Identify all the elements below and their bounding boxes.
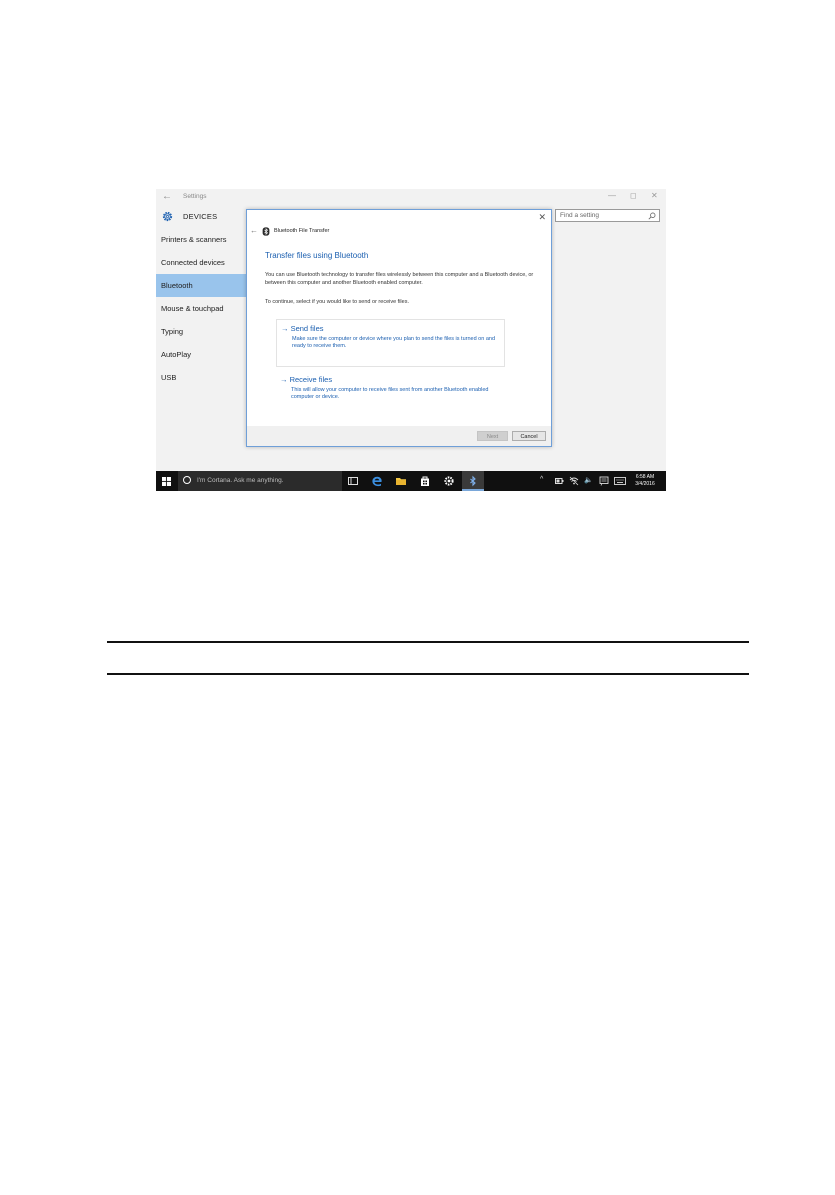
dialog-footer: Next Cancel xyxy=(247,426,551,446)
sidebar-item-label: Mouse & touchpad xyxy=(161,304,224,313)
window-title: Settings xyxy=(183,193,207,200)
sidebar-item-connected-devices[interactable]: Connected devices xyxy=(156,251,246,274)
close-icon[interactable]: ✕ xyxy=(651,191,658,200)
sidebar-item-label: Printers & scanners xyxy=(161,235,227,244)
file-explorer-icon[interactable] xyxy=(390,471,412,491)
close-icon[interactable]: ✕ xyxy=(538,212,546,223)
battery-icon[interactable] xyxy=(555,477,564,485)
store-icon[interactable] xyxy=(414,471,436,491)
windows-start-icon[interactable] xyxy=(162,477,171,486)
section-title: DEVICES xyxy=(183,212,218,221)
dialog-instruction: To continue, select if you would like to… xyxy=(265,299,409,305)
cancel-button[interactable]: Cancel xyxy=(512,431,546,441)
sidebar-item-printers-scanners[interactable]: Printers & scanners xyxy=(156,228,246,251)
wifi-icon[interactable] xyxy=(569,476,579,486)
next-button[interactable]: Next xyxy=(477,431,508,441)
sidebar-item-typing[interactable]: Typing xyxy=(156,320,246,343)
screenshot: ← Settings — ◻ ✕ DEVICES Printers & scan… xyxy=(156,189,666,491)
settings-sidebar: DEVICES Printers & scanners Connected de… xyxy=(156,206,246,471)
send-files-title: → Send files xyxy=(281,324,324,333)
chevron-up-icon[interactable]: ^ xyxy=(540,476,543,483)
edge-browser-icon[interactable] xyxy=(366,471,388,491)
keyboard-icon[interactable] xyxy=(614,477,626,485)
devices-header: DEVICES xyxy=(156,206,246,228)
sidebar-item-label: AutoPlay xyxy=(161,350,192,359)
minimize-icon[interactable]: — xyxy=(608,191,616,200)
bluetooth-file-transfer-dialog: ✕ ← Bluetooth File Transfer Transfer fil… xyxy=(246,209,552,447)
send-files-option[interactable]: → Send files Make sure the computer or d… xyxy=(276,319,505,367)
cortana-search-box[interactable]: I'm Cortana. Ask me anything. xyxy=(178,471,342,491)
bluetooth-icon xyxy=(262,227,270,236)
restore-icon[interactable]: ◻ xyxy=(630,191,637,200)
receive-files-title: → Receive files xyxy=(280,375,333,384)
sidebar-item-label: Connected devices xyxy=(161,258,225,267)
clock-time: 6:58 AM xyxy=(635,474,655,480)
search-input[interactable]: Find a setting xyxy=(555,209,660,222)
receive-files-description: This will allow your computer to receive… xyxy=(291,387,489,400)
receive-files-option[interactable]: → Receive files This will allow your com… xyxy=(276,371,505,411)
cortana-icon xyxy=(183,476,191,484)
dialog-heading: Transfer files using Bluetooth xyxy=(265,251,369,260)
sidebar-item-label: Typing xyxy=(161,327,184,336)
settings-title-bar: ← Settings — ◻ ✕ xyxy=(156,189,666,206)
bluetooth-taskbar-icon[interactable] xyxy=(462,471,484,491)
search-placeholder: Find a setting xyxy=(560,212,600,219)
sidebar-item-label: Bluetooth xyxy=(161,281,193,290)
back-arrow-icon[interactable]: ← xyxy=(162,191,172,202)
divider-rule-bottom xyxy=(107,673,749,675)
settings-gear-icon[interactable] xyxy=(438,471,460,491)
clock-date: 3/4/2016 xyxy=(635,481,655,487)
back-arrow-icon[interactable]: ← xyxy=(250,226,258,235)
taskbar: I'm Cortana. Ask me anything. ^ 🔈 6:58 A… xyxy=(156,471,666,491)
task-view-icon[interactable] xyxy=(342,471,364,491)
action-center-icon[interactable] xyxy=(599,476,609,486)
sidebar-item-label: USB xyxy=(161,373,177,382)
sidebar-item-bluetooth[interactable]: Bluetooth xyxy=(156,274,246,297)
sidebar-item-mouse-touchpad[interactable]: Mouse & touchpad xyxy=(156,297,246,320)
dialog-window-title: Bluetooth File Transfer xyxy=(274,228,330,234)
search-icon xyxy=(648,212,656,220)
dialog-description: You can use Bluetooth technology to tran… xyxy=(265,272,534,286)
sidebar-item-autoplay[interactable]: AutoPlay xyxy=(156,343,246,366)
volume-icon[interactable]: 🔈 xyxy=(584,476,593,484)
system-clock[interactable]: 6:58 AM 3/4/2016 xyxy=(629,474,661,488)
sidebar-item-usb[interactable]: USB xyxy=(156,366,246,389)
gear-icon xyxy=(162,211,173,222)
send-files-description: Make sure the computer or device where y… xyxy=(292,336,496,349)
divider-rule-top xyxy=(107,641,749,643)
cortana-placeholder: I'm Cortana. Ask me anything. xyxy=(197,477,284,484)
